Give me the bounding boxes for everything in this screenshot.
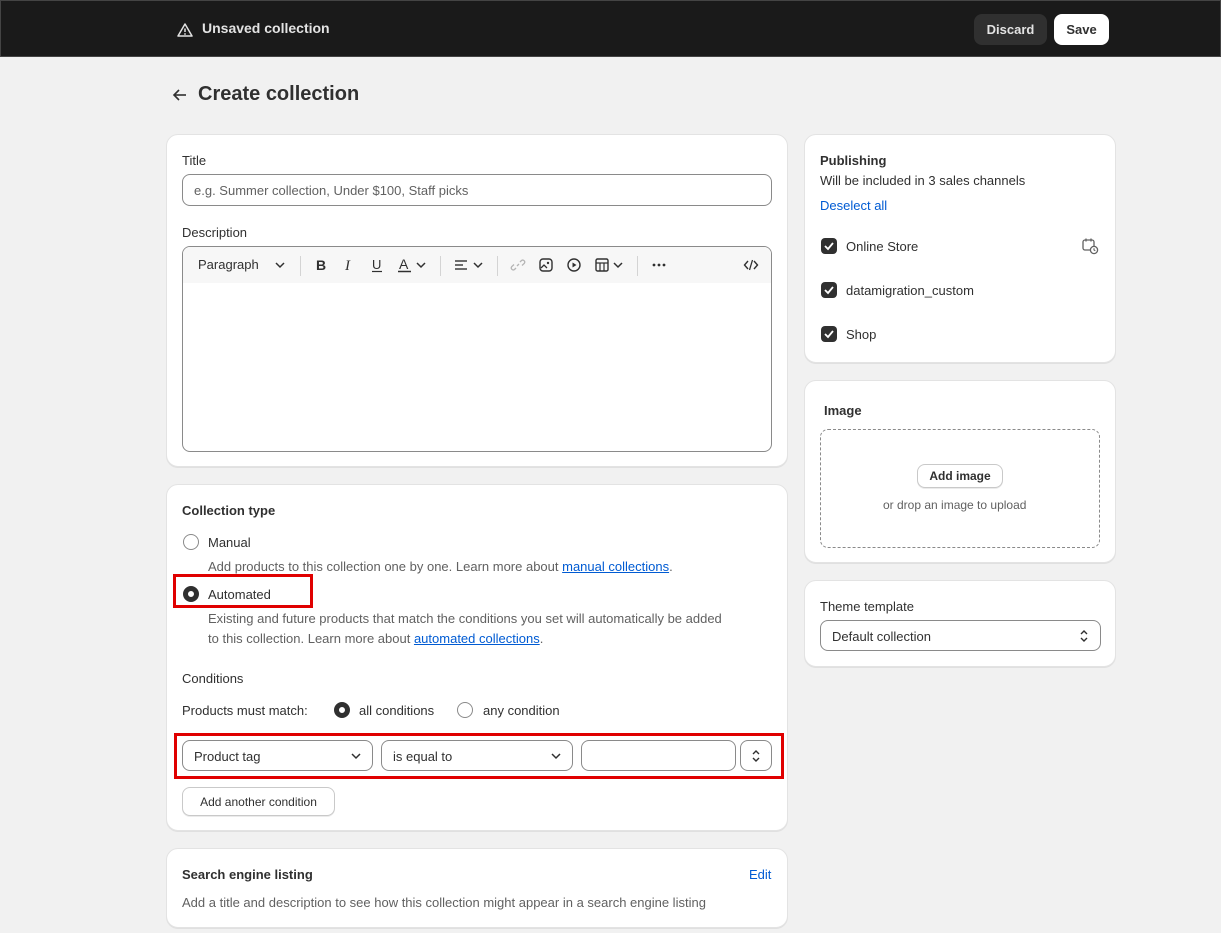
underline-icon[interactable]: U (369, 257, 385, 273)
chevron-down-icon[interactable] (413, 257, 429, 273)
conditions-heading: Conditions (182, 671, 244, 686)
publishing-heading: Publishing (820, 153, 887, 168)
match-any-label[interactable]: any condition (483, 703, 560, 718)
unsaved-title: Unsaved collection (202, 20, 330, 36)
text-color-icon[interactable]: A (397, 257, 413, 273)
discard-button[interactable]: Discard (974, 14, 1047, 45)
drop-hint: or drop an image to upload (883, 498, 1027, 512)
deselect-all-link[interactable]: Deselect all (820, 198, 887, 213)
link-icon[interactable] (510, 257, 526, 273)
match-label: Products must match: (182, 703, 308, 718)
manual-radio[interactable] (183, 534, 199, 550)
match-any-radio[interactable] (457, 702, 473, 718)
shop-checkbox[interactable] (821, 326, 837, 342)
title-label: Title (182, 153, 207, 168)
seo-card: Search engine listing Edit Add a title a… (166, 848, 788, 928)
datamigration-checkbox[interactable] (821, 282, 837, 298)
seo-edit-link[interactable]: Edit (749, 867, 771, 882)
image-heading: Image (824, 403, 862, 418)
checkmark-icon (824, 286, 834, 295)
channel-datamigration: datamigration_custom (846, 283, 974, 298)
title-input[interactable]: e.g. Summer collection, Under $100, Staf… (182, 174, 772, 206)
paragraph-select[interactable]: Paragraph (198, 257, 259, 272)
svg-text:A: A (399, 257, 409, 272)
online-store-checkbox[interactable] (821, 238, 837, 254)
image-dropzone[interactable]: Add image or drop an image to upload (820, 429, 1100, 548)
add-image-button[interactable]: Add image (917, 464, 1003, 488)
align-icon[interactable] (453, 257, 469, 273)
svg-text:B: B (316, 257, 326, 273)
svg-text:I: I (344, 258, 351, 273)
table-icon[interactable] (594, 257, 610, 273)
theme-heading: Theme template (820, 599, 914, 614)
bold-icon[interactable]: B (313, 257, 329, 273)
seo-heading: Search engine listing (182, 867, 313, 882)
title-placeholder: e.g. Summer collection, Under $100, Staf… (194, 183, 469, 198)
match-all-label[interactable]: all conditions (359, 703, 434, 718)
theme-template-value: Default collection (832, 629, 931, 644)
manual-collections-link[interactable]: manual collections (562, 559, 669, 574)
title-description-card: Title e.g. Summer collection, Under $100… (166, 134, 788, 467)
add-condition-button[interactable]: Add another condition (182, 787, 335, 816)
condition-highlight (174, 733, 784, 779)
automated-collections-link[interactable]: automated collections (414, 631, 540, 646)
image-icon[interactable] (538, 257, 554, 273)
chevron-down-icon[interactable] (470, 257, 486, 273)
more-icon[interactable] (651, 257, 667, 273)
match-all-radio[interactable] (334, 702, 350, 718)
italic-icon[interactable]: I (341, 257, 357, 273)
automated-highlight (173, 574, 313, 608)
manual-description: Add products to this collection one by o… (208, 559, 673, 574)
description-editor[interactable]: Paragraph B I U A (182, 246, 772, 452)
theme-template-select[interactable]: Default collection (820, 620, 1101, 651)
top-bar: Unsaved collection Discard Save (0, 0, 1221, 57)
code-icon[interactable] (743, 257, 759, 273)
checkmark-icon (824, 330, 834, 339)
channel-shop: Shop (846, 327, 877, 342)
manual-label[interactable]: Manual (208, 535, 251, 550)
automated-description-line2: to this collection. Learn more about aut… (208, 631, 544, 646)
channel-online-store: Online Store (846, 239, 919, 254)
page-title: Create collection (198, 83, 360, 105)
select-arrows-icon (1080, 630, 1088, 642)
warning-icon (177, 23, 193, 37)
video-icon[interactable] (566, 257, 582, 273)
schedule-calendar-icon[interactable] (1081, 237, 1099, 255)
save-button[interactable]: Save (1054, 14, 1109, 45)
description-label: Description (182, 225, 248, 240)
collection-type-heading: Collection type (182, 503, 276, 518)
publishing-subtitle: Will be included in 3 sales channels (820, 173, 1026, 188)
theme-template-card: Theme template Default collection (804, 580, 1116, 667)
editor-toolbar: Paragraph B I U A (183, 247, 771, 283)
automated-description-line1: Existing and future products that match … (208, 611, 722, 626)
checkmark-icon (824, 242, 834, 251)
seo-description: Add a title and description to see how t… (182, 895, 706, 910)
publishing-card: Publishing Will be included in 3 sales c… (804, 134, 1116, 363)
back-arrow-icon[interactable] (170, 85, 190, 105)
image-card: Image Add image or drop an image to uplo… (804, 380, 1116, 563)
chevron-down-icon[interactable] (272, 257, 288, 273)
chevron-down-icon[interactable] (610, 257, 626, 273)
svg-text:U: U (372, 257, 381, 272)
